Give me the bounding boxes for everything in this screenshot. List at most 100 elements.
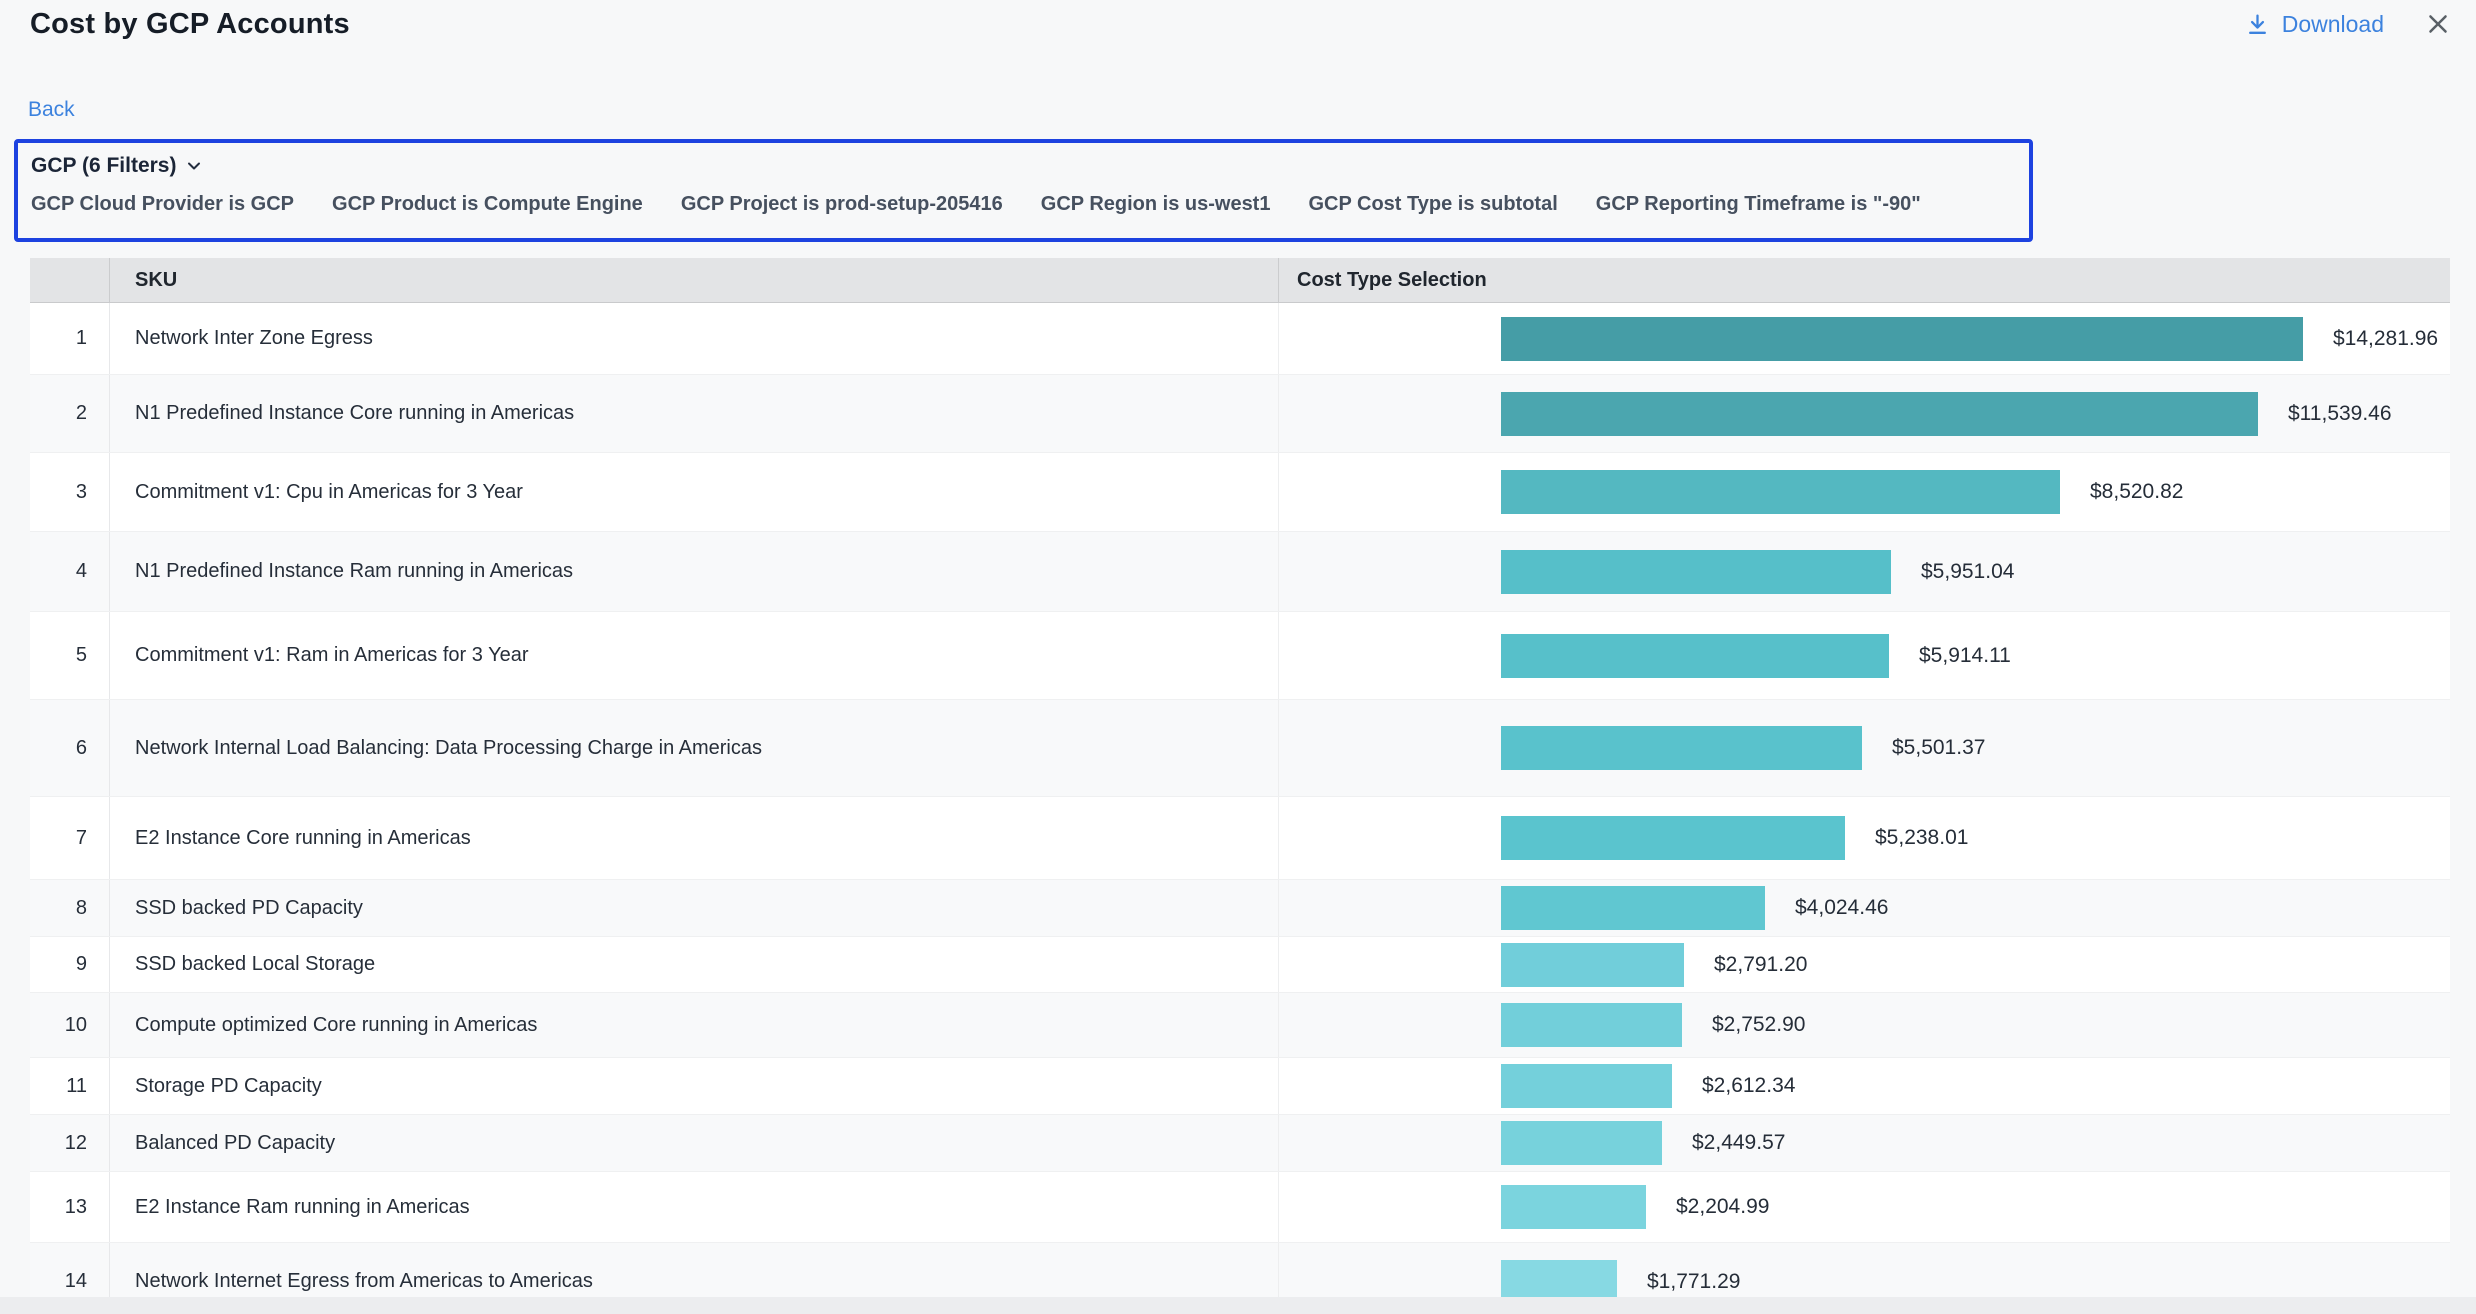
download-label: Download xyxy=(2282,11,2384,38)
cost-bar-cell: $5,238.01 xyxy=(1279,797,2450,879)
cost-bar xyxy=(1501,634,1889,678)
sku-cell: SSD backed Local Storage xyxy=(110,937,1279,992)
cost-value-label: $5,951.04 xyxy=(1921,560,2014,584)
table-row[interactable]: 9SSD backed Local Storage$2,791.20 xyxy=(30,937,2450,993)
filter-chip[interactable]: GCP Product is Compute Engine xyxy=(332,193,643,216)
cost-bar-cell: $8,520.82 xyxy=(1279,453,2450,531)
cost-bar-cell: $2,449.57 xyxy=(1279,1115,2450,1171)
cost-by-gcp-accounts-panel: Cost by GCP Accounts Download Back GCP (… xyxy=(0,0,2476,1314)
cost-value-label: $11,539.46 xyxy=(2288,402,2392,426)
cost-value-label: $5,914.11 xyxy=(1919,644,2011,668)
cost-bar xyxy=(1501,1185,1646,1229)
cost-value-label: $4,024.46 xyxy=(1795,896,1888,920)
table-header-row: SKU Cost Type Selection xyxy=(30,258,2450,303)
table-row[interactable]: 10Compute optimized Core running in Amer… xyxy=(30,993,2450,1058)
sku-cell: Commitment v1: Ram in Americas for 3 Yea… xyxy=(110,612,1279,699)
sku-cell: Commitment v1: Cpu in Americas for 3 Yea… xyxy=(110,453,1279,531)
cost-bar-cell: $14,281.96 xyxy=(1279,303,2450,374)
filter-bar: GCP (6 Filters) GCP Cloud Provider is GC… xyxy=(14,139,2033,242)
filter-group-label: GCP (6 Filters) xyxy=(31,154,176,178)
table-row[interactable]: 6Network Internal Load Balancing: Data P… xyxy=(30,700,2450,797)
download-button[interactable]: Download xyxy=(2245,11,2384,38)
table-row[interactable]: 8SSD backed PD Capacity$4,024.46 xyxy=(30,880,2450,937)
row-number: 9 xyxy=(30,937,110,992)
cost-bar-cell: $2,752.90 xyxy=(1279,993,2450,1057)
cost-bar xyxy=(1501,816,1845,860)
filter-chip[interactable]: GCP Cloud Provider is GCP xyxy=(31,193,294,216)
sku-cell: Balanced PD Capacity xyxy=(110,1115,1279,1171)
table-row[interactable]: 1Network Inter Zone Egress$14,281.96 xyxy=(30,303,2450,375)
sku-cell: Compute optimized Core running in Americ… xyxy=(110,993,1279,1057)
cost-bar-cell: $5,914.11 xyxy=(1279,612,2450,699)
cost-value-label: $2,204.99 xyxy=(1676,1195,1769,1219)
row-number: 14 xyxy=(30,1243,110,1297)
sku-cell: E2 Instance Core running in Americas xyxy=(110,797,1279,879)
row-number: 13 xyxy=(30,1172,110,1242)
back-link[interactable]: Back xyxy=(28,98,75,122)
cost-bar-cell: $4,024.46 xyxy=(1279,880,2450,936)
filter-chip[interactable]: GCP Project is prod-setup-205416 xyxy=(681,193,1003,216)
sku-cell: N1 Predefined Instance Ram running in Am… xyxy=(110,532,1279,611)
horizontal-scrollbar-track[interactable] xyxy=(0,1297,2476,1314)
table-row[interactable]: 5Commitment v1: Ram in Americas for 3 Ye… xyxy=(30,612,2450,700)
cost-value-label: $8,520.82 xyxy=(2090,480,2183,504)
cost-value-label: $14,281.96 xyxy=(2333,327,2438,351)
table-body: 1Network Inter Zone Egress$14,281.962N1 … xyxy=(30,303,2450,1297)
table-row[interactable]: 7E2 Instance Core running in Americas$5,… xyxy=(30,797,2450,880)
filter-chip[interactable]: GCP Cost Type is subtotal xyxy=(1308,193,1557,216)
cost-bar-cell: $1,771.29 xyxy=(1279,1243,2450,1297)
cost-bar-cell: $5,501.37 xyxy=(1279,700,2450,796)
cost-bar xyxy=(1501,726,1862,770)
cost-bar xyxy=(1501,1064,1672,1108)
row-number: 8 xyxy=(30,880,110,936)
row-number: 3 xyxy=(30,453,110,531)
row-number: 12 xyxy=(30,1115,110,1171)
filter-chip[interactable]: GCP Region is us-west1 xyxy=(1041,193,1271,216)
cost-bar xyxy=(1501,550,1891,594)
cost-bar-cell: $2,791.20 xyxy=(1279,937,2450,992)
sku-cell: E2 Instance Ram running in Americas xyxy=(110,1172,1279,1242)
row-number: 5 xyxy=(30,612,110,699)
cost-bar-cell: $2,204.99 xyxy=(1279,1172,2450,1242)
row-number: 11 xyxy=(30,1058,110,1114)
cost-bar xyxy=(1501,1121,1662,1165)
row-number: 7 xyxy=(30,797,110,879)
row-number: 1 xyxy=(30,303,110,374)
table-row[interactable]: 12Balanced PD Capacity $2,449.57 xyxy=(30,1115,2450,1172)
cost-value-label: $5,501.37 xyxy=(1892,736,1985,760)
top-actions: Download xyxy=(2245,10,2452,38)
cost-value-label: $1,771.29 xyxy=(1647,1270,1740,1294)
sku-cell: Network Internal Load Balancing: Data Pr… xyxy=(110,700,1279,796)
sku-cell: N1 Predefined Instance Core running in A… xyxy=(110,375,1279,452)
cost-bar xyxy=(1501,886,1765,930)
table-row[interactable]: 3Commitment v1: Cpu in Americas for 3 Ye… xyxy=(30,453,2450,532)
cost-bar xyxy=(1501,392,2258,436)
row-number: 2 xyxy=(30,375,110,452)
cost-value-label: $2,752.90 xyxy=(1712,1013,1805,1037)
table-row[interactable]: 2N1 Predefined Instance Core running in … xyxy=(30,375,2450,453)
page-title: Cost by GCP Accounts xyxy=(30,8,350,41)
cost-bar xyxy=(1501,1260,1617,1298)
row-number: 4 xyxy=(30,532,110,611)
cost-value-label: $2,449.57 xyxy=(1692,1131,1785,1155)
filter-group-dropdown[interactable]: GCP (6 Filters) xyxy=(31,150,203,182)
sku-cell: Storage PD Capacity xyxy=(110,1058,1279,1114)
filter-chip-list: GCP Cloud Provider is GCP GCP Product is … xyxy=(31,193,2029,216)
column-header-cost-type-selection: Cost Type Selection xyxy=(1279,258,2450,302)
cost-bar xyxy=(1501,470,2060,514)
row-number: 6 xyxy=(30,700,110,796)
table-row[interactable]: 13E2 Instance Ram running in Americas $2,… xyxy=(30,1172,2450,1243)
cost-bar-cell: $2,612.34 xyxy=(1279,1058,2450,1114)
column-header-sku: SKU xyxy=(110,258,1279,302)
table-row[interactable]: 4N1 Predefined Instance Ram running in A… xyxy=(30,532,2450,612)
close-icon[interactable] xyxy=(2424,10,2452,38)
cost-bar-cell: $5,951.04 xyxy=(1279,532,2450,611)
filter-chip[interactable]: GCP Reporting Timeframe is "-90" xyxy=(1596,193,1921,216)
table-row[interactable]: 11Storage PD Capacity $2,612.34 xyxy=(30,1058,2450,1115)
row-number: 10 xyxy=(30,993,110,1057)
cost-bar xyxy=(1501,943,1684,987)
cost-bar xyxy=(1501,317,2303,361)
cost-value-label: $2,612.34 xyxy=(1702,1074,1795,1098)
table-row[interactable]: 14Network Internet Egress from Americas … xyxy=(30,1243,2450,1297)
download-icon xyxy=(2245,12,2270,37)
